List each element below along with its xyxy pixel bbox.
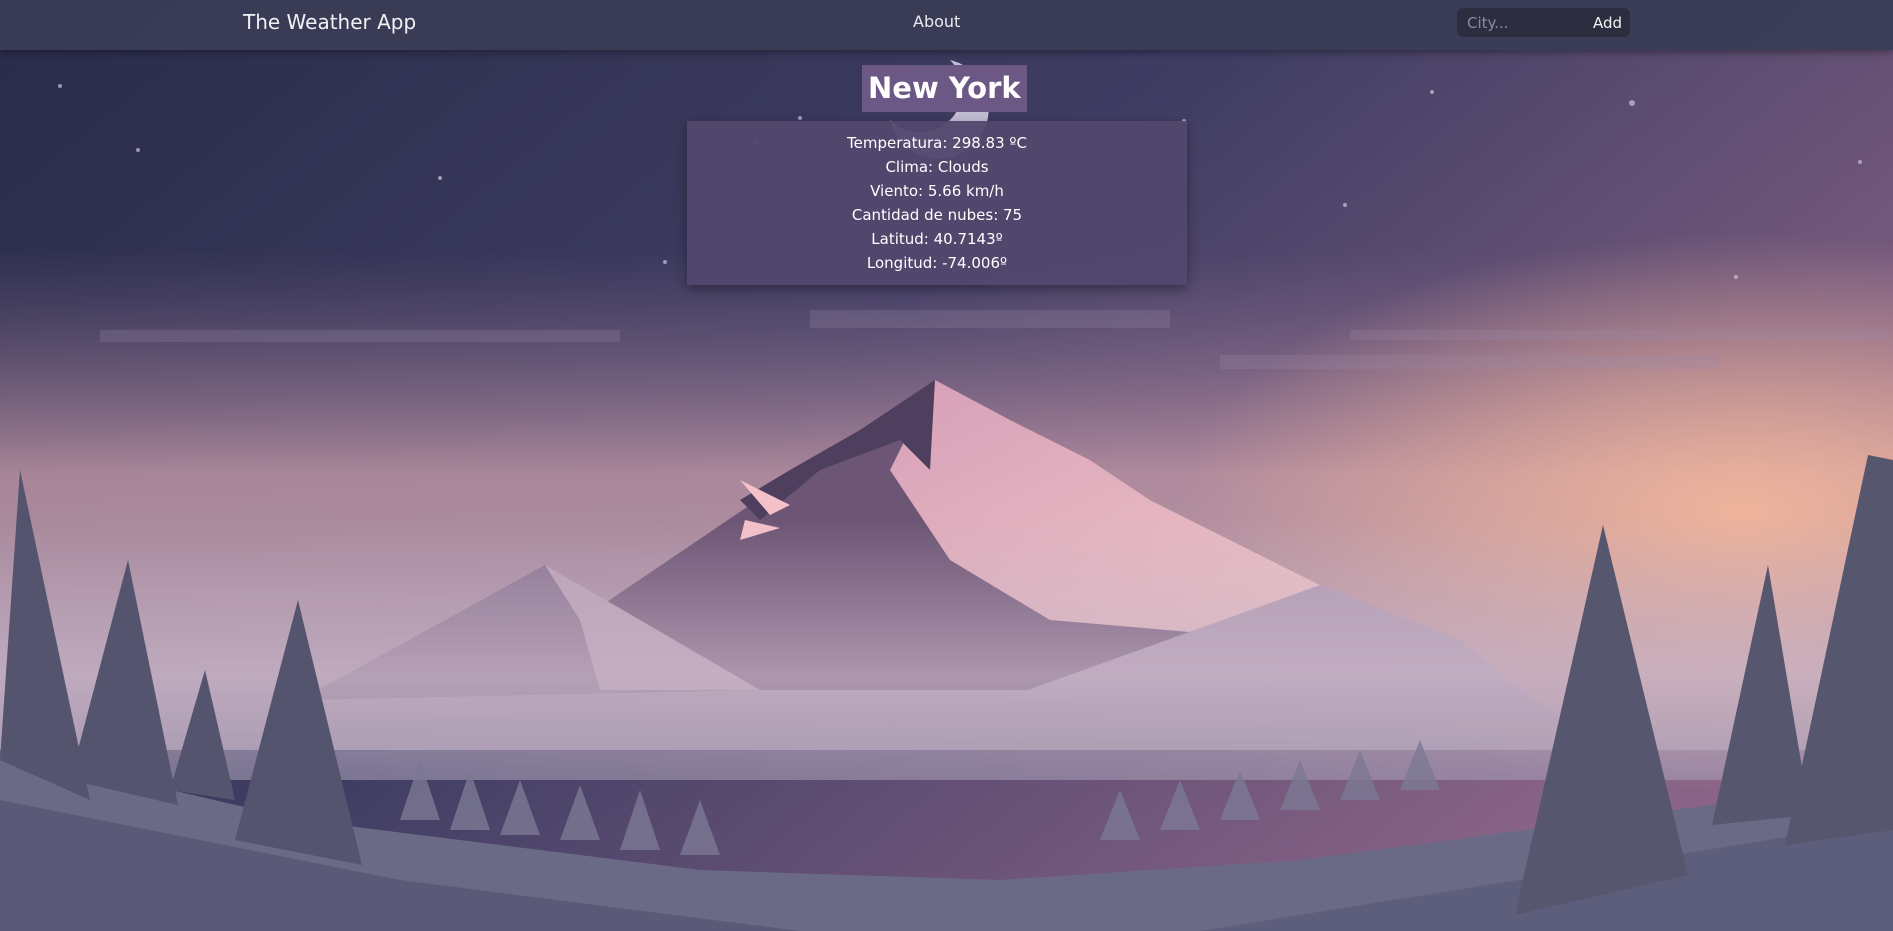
navbar: The Weather App About Add xyxy=(0,0,1893,50)
nav-about-link[interactable]: About xyxy=(913,12,960,31)
latitude-text: Latitud: 40.7143º xyxy=(871,230,1003,248)
weather-condition-text: Clima: Clouds xyxy=(885,158,989,176)
weather-info-card: Temperatura: 298.83 ºC Clima: Clouds Vie… xyxy=(687,121,1187,285)
app-brand-link[interactable]: The Weather App xyxy=(243,10,416,34)
city-search-form: Add xyxy=(1457,8,1630,37)
city-search-input[interactable] xyxy=(1465,12,1579,34)
temperature-text: Temperatura: 298.83 ºC xyxy=(847,134,1027,152)
cloudiness-text: Cantidad de nubes: 75 xyxy=(851,206,1023,224)
wind-speed-text: Viento: 5.66 km/h xyxy=(870,182,1004,200)
add-city-button[interactable]: Add xyxy=(1593,11,1622,34)
city-name-title: New York xyxy=(862,65,1027,112)
longitude-text: Longitud: -74.006º xyxy=(866,254,1008,272)
